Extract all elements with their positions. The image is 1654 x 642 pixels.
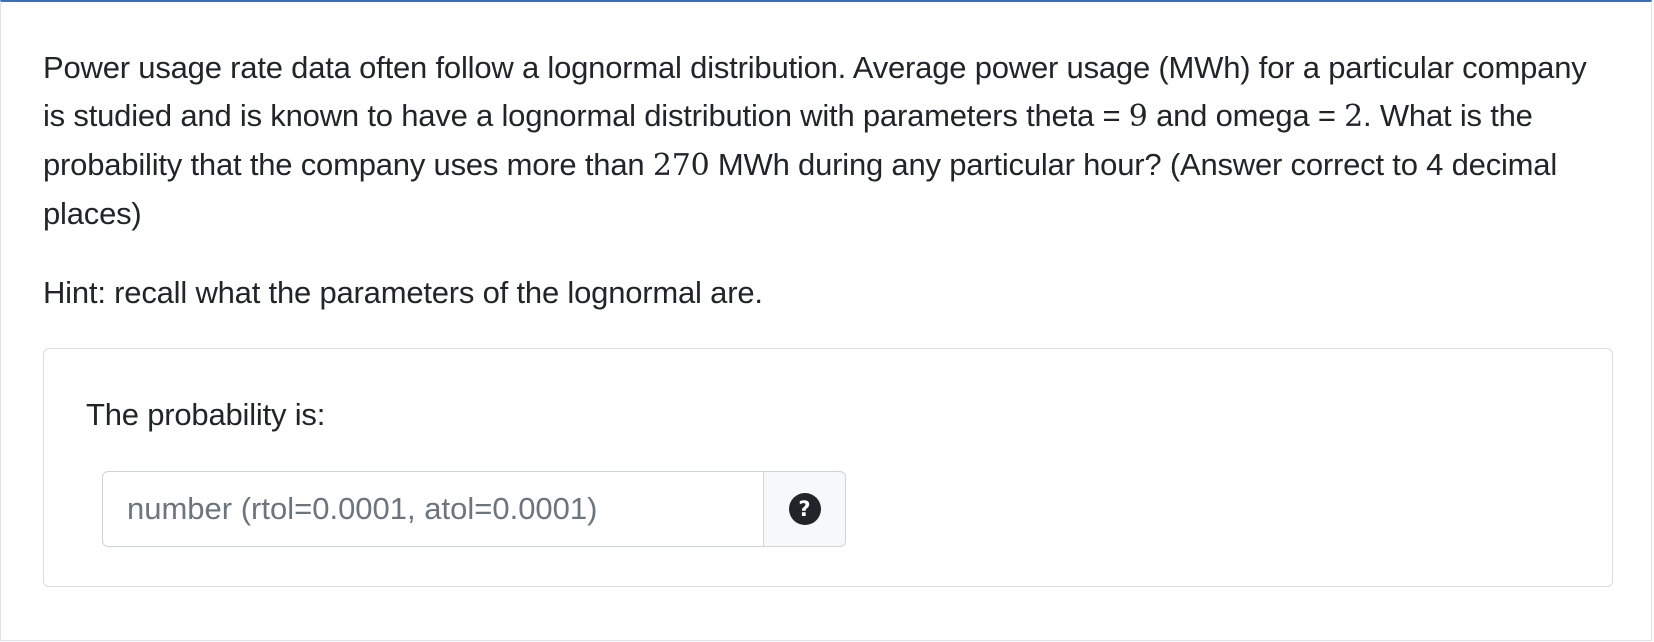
hint-text: Hint: recall what the parameters of the … — [43, 275, 763, 310]
omega-value: 2 — [1344, 99, 1364, 134]
answer-input-group: ? — [102, 471, 846, 547]
threshold-value: 270 — [652, 148, 710, 183]
question-circle-icon: ? — [788, 493, 821, 525]
theta-value: 9 — [1128, 99, 1148, 134]
answer-panel: The probability is: ? — [43, 348, 1613, 587]
answer-label: The probability is: — [86, 397, 326, 432]
answer-input[interactable] — [102, 471, 764, 547]
question-text: Power usage rate data often follow a log… — [43, 44, 1613, 238]
question-body: Power usage rate data often follow a log… — [43, 44, 1613, 310]
question-card: Power usage rate data often follow a log… — [0, 0, 1652, 641]
help-button[interactable]: ? — [764, 471, 846, 547]
question-text-part2: and omega = — [1147, 98, 1345, 133]
